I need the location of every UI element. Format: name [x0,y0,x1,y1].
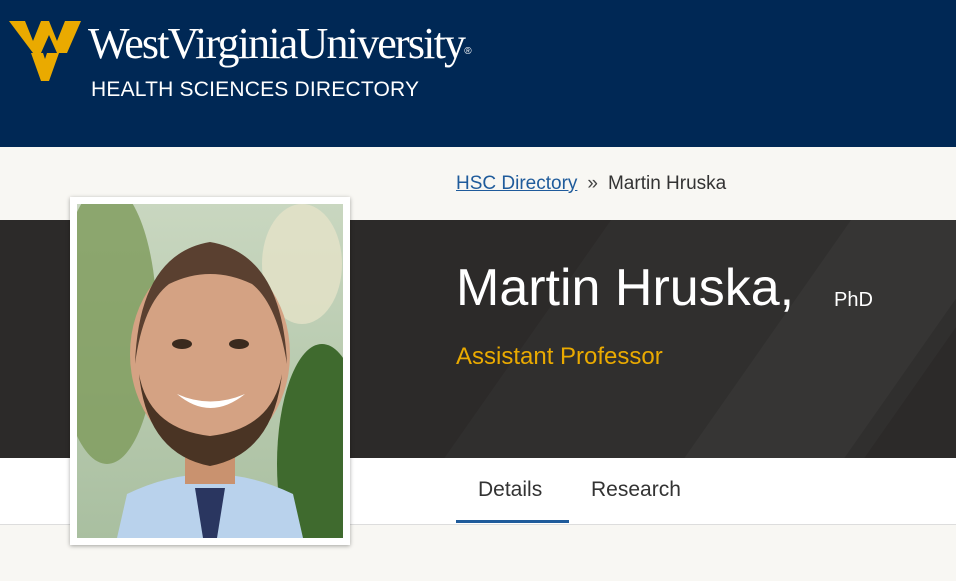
directory-subtitle: HEALTH SCIENCES DIRECTORY [91,78,420,101]
active-tab-indicator [456,520,569,523]
breadcrumb: HSC Directory » Martin Hruska [456,173,726,195]
wordmark-text: WestVirginiaUniversity [88,19,466,68]
portrait-photo-icon [77,204,343,538]
profile-title: Assistant Professor [456,343,663,370]
site-header: WestVirginiaUniversity® HEALTH SCIENCES … [0,0,956,147]
breadcrumb-separator: » [587,173,598,194]
wvu-wordmark[interactable]: WestVirginiaUniversity® [88,18,472,70]
profile-name: Martin Hruska, [456,259,795,317]
breadcrumb-link-hsc-directory[interactable]: HSC Directory [456,173,577,194]
trademark-symbol: ® [464,46,472,57]
profile-photo-frame [70,197,350,545]
wvu-flying-wv-logo-icon[interactable] [9,15,81,81]
tab-research[interactable]: Research [591,478,681,502]
breadcrumb-current: Martin Hruska [607,173,727,194]
profile-degree: PhD [834,289,873,311]
tab-details[interactable]: Details [478,478,542,502]
profile-photo [77,204,343,538]
